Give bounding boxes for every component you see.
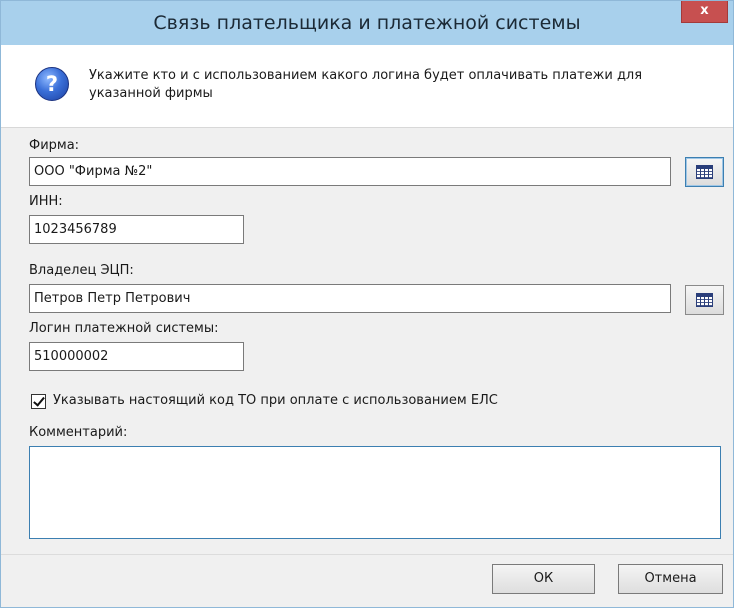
window-title: Связь плательщика и платежной системы <box>153 12 581 34</box>
title-bar[interactable]: Связь плательщика и платежной системы x <box>1 1 733 45</box>
owner-field[interactable]: Петров Петр Петрович <box>29 284 671 313</box>
info-text: Укажите кто и с использованием какого ло… <box>89 68 643 101</box>
firm-field[interactable]: ООО "Фирма №2" <box>29 157 671 186</box>
table-icon <box>696 293 713 307</box>
real-customs-code-checkbox[interactable] <box>31 394 46 409</box>
checkbox-label[interactable]: Указывать настоящий код ТО при оплате с … <box>53 393 498 408</box>
comment-textarea[interactable] <box>29 446 721 539</box>
cancel-button[interactable]: Отмена <box>618 564 723 594</box>
close-button[interactable]: x <box>681 1 728 23</box>
owner-label: Владелец ЭЦП: <box>29 263 134 278</box>
firm-lookup-button[interactable] <box>685 157 724 187</box>
login-label: Логин платежной системы: <box>29 321 219 336</box>
login-field[interactable]: 510000002 <box>29 342 244 371</box>
table-icon <box>696 165 713 179</box>
info-panel: ? Укажите кто и с использованием какого … <box>1 45 733 128</box>
question-icon: ? <box>35 67 69 101</box>
inn-field[interactable]: 1023456789 <box>29 215 244 244</box>
footer-divider <box>1 554 733 555</box>
dialog-window: Связь плательщика и платежной системы x … <box>0 0 734 608</box>
firm-label: Фирма: <box>29 138 80 153</box>
ok-button[interactable]: ОК <box>492 564 595 594</box>
owner-lookup-button[interactable] <box>685 285 724 315</box>
comment-label: Комментарий: <box>29 425 128 440</box>
inn-label: ИНН: <box>29 194 63 209</box>
